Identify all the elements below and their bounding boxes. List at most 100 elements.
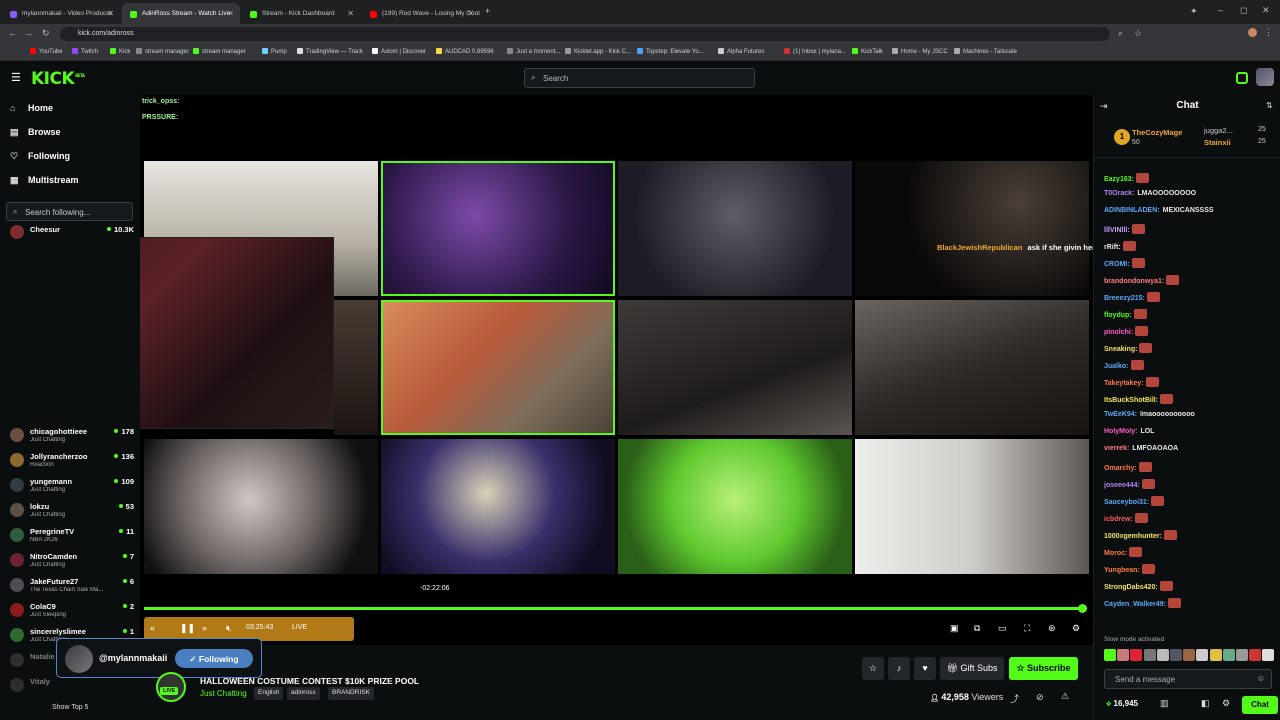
forward-icon[interactable]: → bbox=[24, 28, 33, 38]
clip-icon[interactable]: ⧉ bbox=[974, 623, 980, 634]
zoom-icon[interactable]: ⌕ bbox=[1118, 28, 1123, 39]
browser-tab[interactable]: Stream - Kick Dashboard ✕ bbox=[242, 3, 360, 24]
bookmark-item[interactable]: Kicklet.app - Kick C... bbox=[565, 48, 631, 55]
followed-channel[interactable]: ColaC9 Just Sleeping 2 bbox=[10, 602, 134, 626]
send-chat-button[interactable]: Chat bbox=[1242, 696, 1278, 714]
bookmark-item[interactable]: TradingView — Track bbox=[297, 48, 363, 55]
sidebar-item-home[interactable]: ⌂ Home bbox=[10, 103, 53, 113]
followed-channel[interactable]: yungemann Just Chatting 109 bbox=[10, 477, 134, 501]
rewards-icon[interactable]: ▥ bbox=[1160, 698, 1169, 709]
chat-username[interactable]: Omarchy: bbox=[1104, 465, 1137, 472]
live-indicator[interactable]: LIVE bbox=[292, 624, 307, 631]
chat-username[interactable]: floydup: bbox=[1104, 312, 1132, 319]
bookmark-item[interactable]: Just a moment... bbox=[507, 48, 560, 55]
fullscreen-icon[interactable]: ⛶ bbox=[1024, 623, 1030, 634]
chat-username[interactable]: StrongDabs420: bbox=[1104, 584, 1158, 591]
emote-icon[interactable] bbox=[1262, 649, 1275, 661]
close-tab-icon[interactable]: ✕ bbox=[107, 9, 114, 18]
show-top-link[interactable]: Show Top 5 bbox=[52, 704, 88, 711]
emote-icon[interactable] bbox=[1196, 649, 1209, 661]
chat-username[interactable]: lllVINlll: bbox=[1104, 227, 1130, 234]
followed-channel[interactable]: Vitaly bbox=[10, 677, 134, 701]
followed-channel[interactable]: Cheesur 10.3K bbox=[10, 225, 134, 239]
report-icon[interactable]: ⚠ bbox=[1061, 691, 1069, 702]
pin-icon[interactable]: ◧ bbox=[1201, 698, 1210, 709]
sidebar-item-browse[interactable]: ▤ Browse bbox=[10, 127, 61, 138]
close-window-icon[interactable]: ✕ bbox=[1262, 5, 1270, 16]
chat-username[interactable]: vierrek: bbox=[1104, 445, 1129, 452]
bookmark-star-icon[interactable]: ☆ bbox=[1134, 28, 1142, 39]
close-tab-icon[interactable]: ✕ bbox=[467, 9, 474, 18]
favorite-star-icon[interactable]: ☆ bbox=[862, 657, 884, 680]
browser-tab[interactable]: (199) Rod Wave - Losing My Cool ✕ bbox=[362, 3, 480, 24]
chat-username[interactable]: icbdrew: bbox=[1104, 516, 1133, 523]
emote-icon[interactable] bbox=[1117, 649, 1130, 661]
kick-logo[interactable]: KICKBETA bbox=[31, 69, 85, 89]
chat-username[interactable]: Cayden_Walker49: bbox=[1104, 601, 1166, 608]
following-search-input[interactable]: ⌕ Search following... bbox=[6, 202, 133, 221]
skip-forward-icon[interactable]: » bbox=[202, 623, 207, 633]
extensions-icon[interactable]: ✦ bbox=[1190, 6, 1198, 17]
next-icon[interactable]: ⊛ bbox=[1048, 623, 1056, 634]
chat-username[interactable]: HolyMoly: bbox=[1104, 428, 1137, 435]
pause-icon[interactable]: ❚❚ bbox=[180, 623, 195, 634]
chat-username[interactable]: Yungbean: bbox=[1104, 567, 1140, 574]
chat-gear-icon[interactable]: ⚙ bbox=[1222, 698, 1230, 709]
hamburger-menu-icon[interactable]: ☰ bbox=[11, 71, 21, 84]
bookmark-item[interactable]: stream manager bbox=[193, 48, 246, 55]
gift-subs-button[interactable]: 🎁︎ Gift Subs bbox=[940, 657, 1004, 680]
bookmark-item[interactable]: YouTube bbox=[30, 48, 63, 55]
chat-username[interactable]: brandondonwya1: bbox=[1104, 278, 1164, 285]
bookmark-item[interactable]: Alpha Futures bbox=[718, 48, 764, 55]
emoji-picker-icon[interactable]: ☺ bbox=[1257, 674, 1265, 683]
sidebar-item-multistream[interactable]: ▦ Multistream bbox=[10, 175, 79, 186]
chat-username[interactable]: T0Orack: bbox=[1104, 190, 1134, 197]
new-tab-icon[interactable]: + bbox=[485, 6, 490, 16]
bookmark-item[interactable]: (1) Inbox | mylana... bbox=[784, 48, 846, 55]
chat-username[interactable]: TwEeK94: bbox=[1104, 411, 1137, 418]
follow-heart-icon[interactable]: ♥ bbox=[914, 657, 936, 680]
chat-settings-icon[interactable]: ⇅ bbox=[1266, 101, 1273, 110]
emote-icon[interactable] bbox=[1209, 649, 1222, 661]
chat-username[interactable]: rRift: bbox=[1104, 244, 1121, 251]
miniplayer-icon[interactable]: ▭ bbox=[998, 623, 1007, 634]
emote-icon[interactable] bbox=[1222, 649, 1235, 661]
emote-icon[interactable] bbox=[1169, 649, 1182, 661]
browser-tab[interactable]: mylannmakaii - Video Producer ✕ bbox=[2, 3, 120, 24]
share-icon[interactable]: ⤴ bbox=[1010, 692, 1019, 705]
followed-channel[interactable]: JakeFuture27 The Texas Chain Saw Ma... 6 bbox=[10, 577, 134, 601]
url-input[interactable]: kick.com/adinross bbox=[60, 27, 1110, 41]
stream-tag[interactable]: adinross bbox=[287, 687, 320, 700]
followed-channel[interactable]: Jollyrancherzoo Reaction 136 bbox=[10, 452, 134, 476]
emote-icon[interactable] bbox=[1130, 649, 1143, 661]
emote-icon[interactable] bbox=[1235, 649, 1248, 661]
emote-icon[interactable] bbox=[1249, 649, 1262, 661]
minimize-icon[interactable]: – bbox=[1218, 5, 1223, 15]
bookmark-item[interactable]: stream manager bbox=[136, 48, 189, 55]
bookmark-item[interactable]: Machines - Tailscale bbox=[954, 48, 1017, 55]
close-tab-icon[interactable]: ✕ bbox=[347, 9, 354, 18]
emote-icon[interactable] bbox=[1156, 649, 1169, 661]
chat-username[interactable]: ADINBINLADEN: bbox=[1104, 207, 1160, 214]
bookmark-item[interactable]: Kick bbox=[110, 48, 130, 55]
notification-bell-icon[interactable]: ♪ bbox=[888, 657, 910, 680]
seek-bar[interactable] bbox=[144, 604, 1088, 613]
browser-tab-active[interactable]: AdinRoss Stream - Watch Live ✕ bbox=[122, 3, 240, 24]
bookmark-item[interactable]: Pump bbox=[262, 48, 287, 55]
stream-category[interactable]: Just Chatting bbox=[200, 689, 247, 698]
theater-mode-icon[interactable]: ▣ bbox=[950, 623, 959, 634]
stream-tag[interactable]: BRANDRISK bbox=[328, 687, 374, 700]
chat-input[interactable]: Send a message ☺ bbox=[1104, 669, 1272, 689]
chat-username[interactable]: Moroc: bbox=[1104, 550, 1127, 557]
volume-icon[interactable]: 🔇︎ bbox=[226, 623, 232, 634]
channel-points[interactable]: ⟡ 16,945 bbox=[1106, 699, 1138, 709]
stream-manager-icon[interactable] bbox=[1236, 72, 1248, 84]
chat-username[interactable]: 1000xgemhunter: bbox=[1104, 533, 1162, 540]
chat-username[interactable]: Sauceyboi31: bbox=[1104, 499, 1149, 506]
rewind-icon[interactable]: « bbox=[150, 623, 155, 633]
chat-username[interactable]: Sneaking: bbox=[1104, 346, 1137, 353]
bookmark-item[interactable]: AUDCAD 0.89596 bbox=[436, 48, 494, 55]
search-input[interactable]: ⌕ Search bbox=[524, 68, 755, 88]
bookmark-item[interactable]: Topstep: Elevate Yo... bbox=[637, 48, 704, 55]
chat-username[interactable]: CROMI: bbox=[1104, 261, 1130, 268]
